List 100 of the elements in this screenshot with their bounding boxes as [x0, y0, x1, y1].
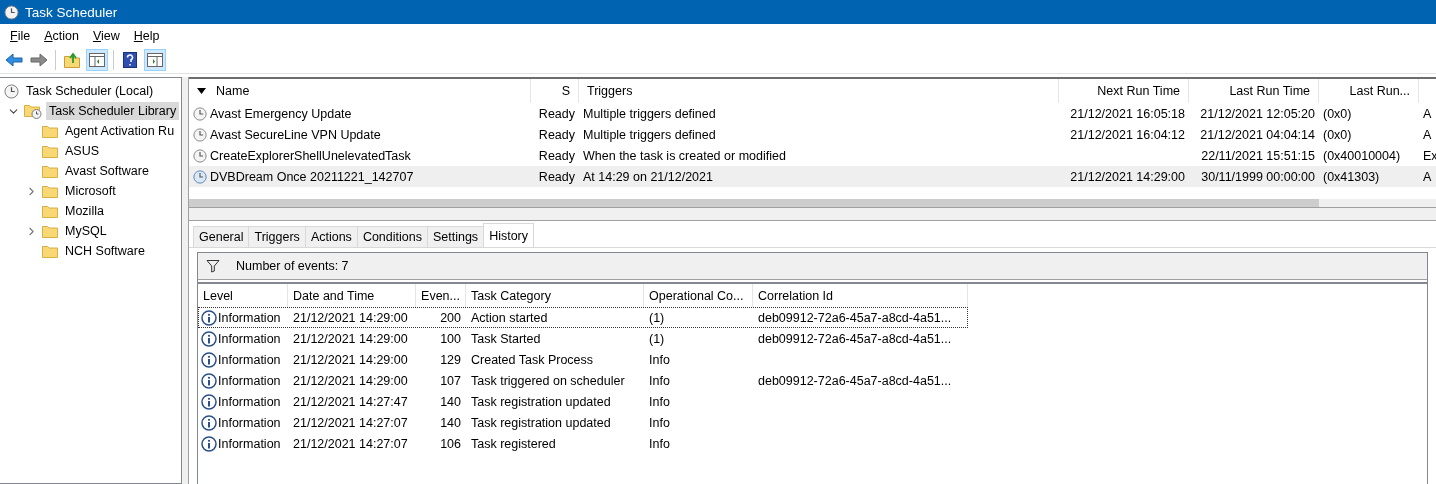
column-header[interactable]: Even... [416, 284, 466, 307]
toolbar-button[interactable] [86, 49, 108, 71]
table-cell: 21/12/2021 16:04:12 [1070, 127, 1185, 142]
clock-icon [193, 169, 207, 184]
table-cell: 21/12/2021 14:29:00 [293, 352, 408, 367]
table-cell: Task Started [471, 331, 541, 346]
tab[interactable]: Conditions [356, 226, 428, 247]
column-header[interactable]: Correlation Id [753, 284, 968, 307]
table-cell: (1) [649, 310, 665, 325]
column-header[interactable]: Last Run... [1319, 79, 1419, 103]
table-cell: Task registered [471, 436, 556, 451]
event-row[interactable]: Information 21/12/2021 14:27:07 106 Task registered Info [198, 433, 968, 454]
clock-icon [4, 4, 19, 20]
table-cell: 140 [440, 415, 461, 430]
event-row[interactable]: Information 21/12/2021 14:27:07 140 Task registration updated Info [198, 412, 968, 433]
horizontal-scrollbar[interactable] [189, 199, 1436, 207]
event-count: Number of events: 7 [236, 259, 349, 273]
table-cell: Info [649, 394, 670, 409]
table-cell: 106 [440, 436, 461, 451]
tree-item[interactable]: MySQL [62, 222, 110, 240]
splitter[interactable] [182, 77, 189, 484]
info-icon [201, 330, 217, 347]
table-cell: Task registration updated [471, 415, 611, 430]
tab[interactable]: General [193, 226, 250, 247]
column-header[interactable]: Date and Time [288, 284, 416, 307]
menu-item[interactable]: Help [126, 28, 167, 43]
table-cell: Ready [538, 106, 575, 121]
folder-up-icon [64, 52, 80, 68]
folder-icon [42, 244, 58, 258]
task-row[interactable]: DVBDream Once 20211221_142707 Ready At 14:29 on 21/12/2021 21/12/2021 14:29:00 30/11/1999 00:00:00 (0x41303) A [189, 166, 1436, 187]
column-header[interactable]: Triggers [579, 79, 1059, 103]
table-cell: Info [649, 415, 670, 430]
tab[interactable]: Settings [426, 226, 485, 247]
action-pane-icon [147, 53, 163, 67]
table-cell: (0x41303) [1323, 169, 1380, 184]
toolbar-button[interactable] [144, 49, 166, 71]
tree-item[interactable]: Task Scheduler Library [46, 102, 180, 120]
forward-icon [30, 53, 48, 67]
table-cell: Created Task Process [471, 352, 594, 367]
table-cell: Avast SecureLine VPN Update [210, 127, 381, 142]
column-header[interactable]: Task Category [466, 284, 644, 307]
tree-item[interactable]: Microsoft [62, 182, 119, 200]
event-row[interactable]: Information 21/12/2021 14:29:00 200 Action started (1) deb09912-72a6-45a7-a8cd-4a51... [198, 307, 968, 328]
column-header[interactable]: Level [198, 284, 288, 307]
column-header[interactable]: Operational Co... [644, 284, 753, 307]
info-icon [201, 372, 217, 389]
tab[interactable]: Actions [304, 226, 358, 247]
table-cell: (0x0) [1323, 127, 1352, 142]
clock-icon [193, 127, 207, 142]
table-cell: Information [218, 415, 281, 430]
filter-icon[interactable] [206, 259, 220, 273]
event-row[interactable]: Information 21/12/2021 14:29:00 100 Task Started (1) deb09912-72a6-45a7-a8cd-4a51... [198, 328, 968, 349]
task-row[interactable]: Avast Emergency Update Ready Multiple triggers defined 21/12/2021 16:05:18 21/12/2021 12:05:20 (0x0) A [189, 103, 1436, 124]
task-row[interactable]: Avast SecureLine VPN Update Ready Multiple triggers defined 21/12/2021 16:04:12 21/12/2021 04:04:14 (0x0) A [189, 124, 1436, 145]
info-icon [201, 393, 217, 410]
window-title: Task Scheduler [25, 4, 118, 20]
table-cell: 200 [440, 310, 461, 325]
console-tree-icon [89, 53, 105, 67]
clock-icon [193, 148, 207, 163]
tree-item[interactable]: ASUS [62, 142, 103, 160]
table-cell: CreateExplorerShellUnelevatedTask [210, 148, 411, 163]
table-cell: Information [218, 352, 281, 367]
tab[interactable]: History [483, 223, 535, 247]
tree-item[interactable]: NCH Software [62, 242, 148, 260]
tree-item[interactable]: Mozilla [62, 202, 107, 220]
event-row[interactable]: Information 21/12/2021 14:29:00 107 Task triggered on scheduler Info deb09912-72a6-45a7-a8cd-4a51... [198, 370, 968, 391]
info-icon [201, 351, 217, 368]
table-cell: 107 [440, 373, 461, 388]
table-cell: 21/12/2021 14:29:00 [1070, 169, 1185, 184]
event-row[interactable]: Information 21/12/2021 14:27:47 140 Task registration updated Info [198, 391, 968, 412]
table-cell: Avast Emergency Update [210, 106, 352, 121]
column-header[interactable]: S [531, 79, 579, 103]
info-icon [201, 435, 217, 452]
table-cell: Information [218, 310, 281, 325]
column-header[interactable]: Next Run Time [1059, 79, 1189, 103]
tree-item[interactable]: Avast Software [62, 162, 152, 180]
menu-item[interactable]: Action [37, 28, 86, 43]
event-row[interactable]: Information 21/12/2021 14:29:00 129 Created Task Process Info [198, 349, 968, 370]
table-cell: 21/12/2021 14:27:07 [293, 436, 408, 451]
table-cell: 21/12/2021 16:05:18 [1070, 106, 1185, 121]
table-cell: deb09912-72a6-45a7-a8cd-4a51... [758, 310, 952, 325]
tree-item[interactable]: Agent Activation Ru [62, 122, 178, 140]
table-cell: (0x0) [1323, 106, 1352, 121]
sort-arrow-icon [197, 88, 206, 94]
table-cell: Information [218, 436, 281, 451]
splitter[interactable] [189, 207, 1436, 221]
table-cell: (0x40010004) [1323, 148, 1401, 163]
table-cell: 21/12/2021 12:05:20 [1200, 106, 1315, 121]
tree-item[interactable]: Task Scheduler (Local) [23, 82, 157, 100]
tab[interactable]: Triggers [248, 226, 306, 247]
column-header[interactable]: Last Run Time [1189, 79, 1319, 103]
table-cell: 140 [440, 394, 461, 409]
menu-item[interactable]: File [3, 28, 38, 43]
folder-icon [42, 204, 58, 218]
table-cell: Info [649, 373, 670, 388]
info-icon [201, 414, 217, 431]
menu-item[interactable]: View [85, 28, 127, 43]
table-cell: 21/12/2021 04:04:14 [1200, 127, 1315, 142]
column-header[interactable]: Name [189, 79, 531, 103]
table-cell: 129 [440, 352, 461, 367]
